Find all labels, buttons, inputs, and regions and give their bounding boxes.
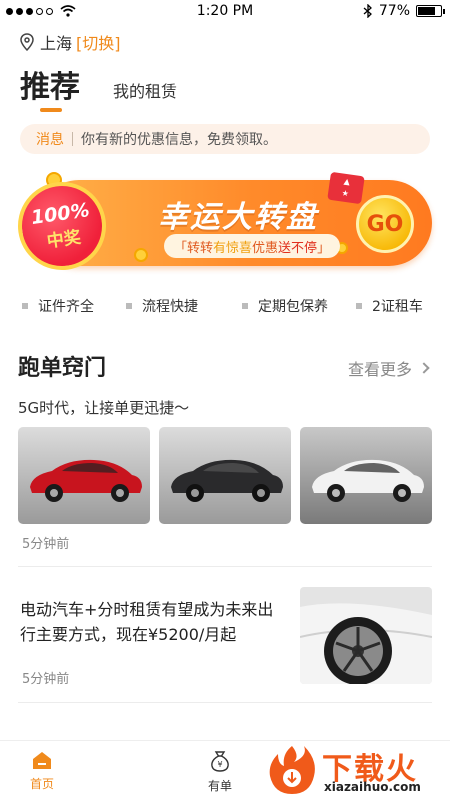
coin-decoration: [134, 248, 148, 262]
feature-item: 定期包保养: [242, 296, 328, 316]
feature-item: 2证租车: [356, 296, 423, 316]
nav-order-label: 有单: [208, 779, 233, 793]
notice-tag: 消息: [36, 132, 64, 148]
car-image-card[interactable]: [159, 427, 291, 524]
flame-logo-icon: [269, 746, 315, 794]
bluetooth-icon: [363, 4, 372, 18]
city-name: 上海: [40, 34, 73, 53]
banner-sub-part: 送不停: [278, 240, 318, 256]
status-bar: 1:20 PM 77%: [0, 0, 450, 24]
banner-sub-part: 优惠: [252, 240, 279, 256]
watermark: 下载火 xiazaihuo.com: [264, 742, 448, 798]
car-image-card[interactable]: [18, 427, 150, 524]
car-gallery: [18, 427, 432, 524]
section-title: 跑单窍门: [18, 356, 107, 381]
nav-order[interactable]: ¥ 有单: [208, 749, 232, 794]
notice-message: 你有新的优惠信息，免费领取。: [81, 132, 277, 148]
section-subtitle: 5G时代，让接单更迅捷～: [18, 399, 190, 417]
notice-divider: [72, 132, 73, 146]
bullet-icon: [22, 303, 28, 309]
bullet-icon: [242, 303, 248, 309]
see-more-link[interactable]: 查看更多: [347, 356, 430, 380]
post-time: 5分钟前: [22, 672, 70, 687]
car-wheel-image: [300, 587, 432, 684]
bullet-icon: [126, 303, 132, 309]
location-selector[interactable]: 上海 [切换]: [20, 30, 121, 54]
car-image: [18, 427, 150, 524]
switch-city-link[interactable]: [切换]: [76, 30, 121, 54]
money-bag-icon: ¥: [211, 751, 229, 772]
gift-tag-icon: ▲ ★: [327, 171, 365, 205]
article-title[interactable]: 电动汽车+分时租赁有望成为未来出行主要方式，现在¥5200/月起: [20, 597, 280, 647]
battery-percent: 77%: [378, 3, 410, 19]
banner-subtitle: 「转转 有惊喜 优惠 送不停 」: [164, 234, 341, 258]
notice-bar[interactable]: 消息 你有新的优惠信息，免费领取。: [20, 124, 430, 154]
feature-item: 流程快捷: [126, 296, 198, 316]
chevron-right-icon: [418, 362, 430, 374]
prize-badge-text: 中奖: [45, 227, 83, 252]
feature-list: 证件齐全 流程快捷 定期包保养 2证租车: [0, 296, 450, 316]
battery-icon: [416, 5, 445, 17]
divider: [18, 702, 432, 703]
banner-sub-part: 「转转: [174, 240, 214, 256]
svg-text:¥: ¥: [217, 760, 222, 769]
car-image-card[interactable]: [300, 427, 432, 524]
nav-home-label: 首页: [30, 777, 55, 791]
see-more-label: 查看更多: [347, 360, 412, 379]
watermark-url: xiazaihuo.com: [324, 780, 421, 794]
article-thumbnail[interactable]: [300, 587, 432, 684]
nav-home[interactable]: 首页: [30, 749, 54, 792]
post-time: 5分钟前: [22, 537, 70, 552]
tab-recommend[interactable]: 推荐: [20, 62, 80, 106]
lucky-wheel-banner[interactable]: 100% 中奖 幸运大转盘 「转转 有惊喜 优惠 送不停 」 ▲ ★ GO: [12, 170, 434, 278]
car-image: [300, 427, 432, 524]
tab-active-indicator: [40, 108, 62, 112]
go-button[interactable]: GO: [356, 195, 414, 253]
location-pin-icon: [20, 33, 34, 51]
bullet-icon: [356, 303, 362, 309]
banner-title: 幸运大转盘: [158, 200, 318, 235]
divider: [18, 566, 432, 567]
home-icon: [33, 752, 51, 769]
feature-item: 证件齐全: [22, 296, 94, 316]
car-image: [159, 427, 291, 524]
tab-my-rental[interactable]: 我的租赁: [113, 78, 177, 102]
banner-sub-part: 有惊喜: [213, 240, 253, 256]
banner-sub-part: 」: [317, 240, 331, 256]
